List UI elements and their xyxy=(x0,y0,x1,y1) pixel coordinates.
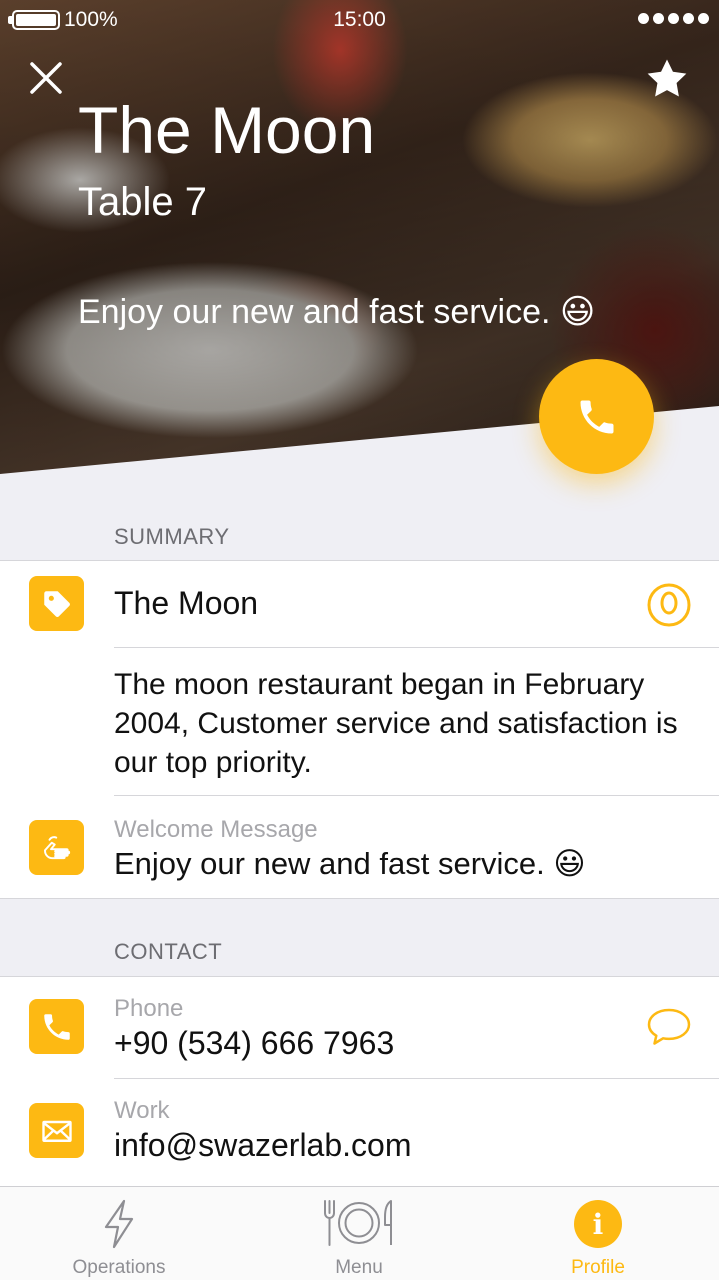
phone-icon xyxy=(43,1013,70,1040)
phone-label: Phone xyxy=(114,995,184,1022)
status-time: 15:00 xyxy=(333,8,386,31)
tab-profile[interactable]: i Profile xyxy=(498,1187,698,1280)
hand-icon-box xyxy=(29,820,84,875)
star-icon xyxy=(647,59,687,97)
contact-section-header: CONTACT xyxy=(0,899,719,977)
summary-card: The Moon The moon restaurant began in Fe… xyxy=(0,561,719,899)
phone-number: +90 (534) 666 7963 xyxy=(114,1025,395,1061)
summary-section-header: SUMMARY xyxy=(0,480,719,561)
welcome-message-value: Enjoy our new and fast service. 😃 xyxy=(114,846,586,881)
tab-bar: Operations Menu i Profile xyxy=(0,1186,719,1280)
phone-icon-box xyxy=(29,999,84,1054)
summary-header-label: SUMMARY xyxy=(114,524,230,549)
restaurant-name: The Moon xyxy=(114,585,259,621)
email-label: Work xyxy=(114,1097,170,1124)
summary-name-row[interactable]: The Moon xyxy=(0,561,719,647)
phone-icon xyxy=(580,400,613,433)
tag-icon-box xyxy=(29,576,84,631)
tag-icon xyxy=(43,590,70,617)
tab-operations-label: Operations xyxy=(72,1257,166,1278)
table-label: Table 7 xyxy=(78,180,207,224)
restaurant-description: The moon restaurant began in February 20… xyxy=(114,668,678,779)
mail-icon xyxy=(41,1120,72,1142)
status-bar: 100% 15:00 xyxy=(0,0,719,40)
close-button[interactable] xyxy=(28,60,64,96)
welcome-message-row[interactable]: Welcome Message Enjoy our new and fast s… xyxy=(0,796,719,899)
person-icon[interactable] xyxy=(647,583,691,627)
tab-profile-label: Profile xyxy=(571,1257,625,1278)
welcome-message-label: Welcome Message xyxy=(114,816,318,843)
hero-welcome-message: Enjoy our new and fast service. 😃 xyxy=(78,293,596,331)
message-bubble-icon[interactable] xyxy=(646,1007,692,1047)
email-row[interactable]: Work info@swazerlab.com xyxy=(0,1079,719,1186)
tab-menu-label: Menu xyxy=(335,1257,383,1278)
call-button[interactable] xyxy=(539,359,654,474)
contact-card: Phone +90 (534) 666 7963 Work info@swaze… xyxy=(0,977,719,1186)
phone-row[interactable]: Phone +90 (534) 666 7963 xyxy=(0,977,719,1078)
signal-icon xyxy=(638,13,709,24)
close-icon xyxy=(30,62,62,94)
tab-menu[interactable]: Menu xyxy=(259,1187,459,1280)
lightning-icon xyxy=(104,1199,134,1249)
restaurant-title: The Moon xyxy=(78,93,376,167)
favorite-button[interactable] xyxy=(644,56,690,102)
info-icon: i xyxy=(574,1200,622,1248)
tab-operations[interactable]: Operations xyxy=(19,1187,219,1280)
mail-icon-box xyxy=(29,1103,84,1158)
svg-text:i: i xyxy=(593,1208,604,1241)
contact-header-label: CONTACT xyxy=(114,939,223,964)
plate-cutlery-icon xyxy=(324,1200,392,1246)
hand-icon xyxy=(43,835,70,859)
email-address: info@swazerlab.com xyxy=(114,1127,412,1163)
